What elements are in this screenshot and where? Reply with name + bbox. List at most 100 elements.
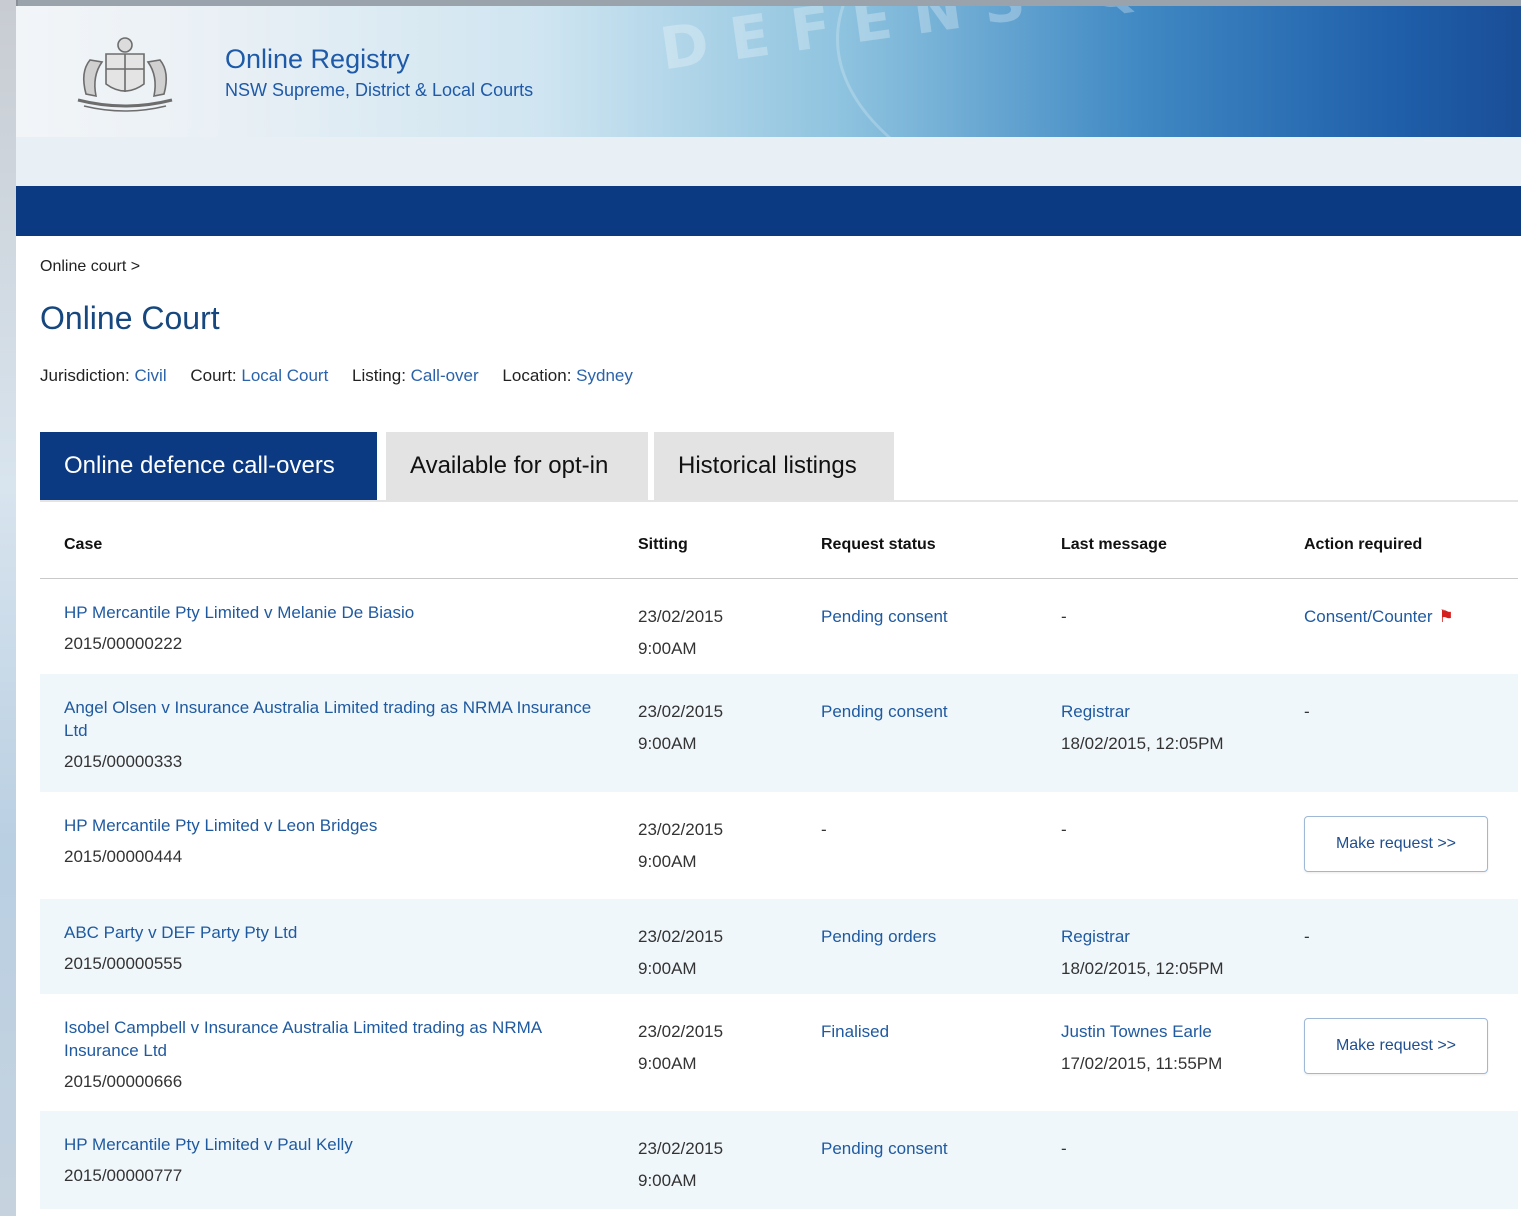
last-message: Justin Townes Earle 17/02/2015, 11:55PM	[1061, 1016, 1291, 1080]
message-from[interactable]: Justin Townes Earle	[1061, 1016, 1291, 1048]
header-request-status: Request status	[821, 536, 936, 553]
message-time: 18/02/2015, 12:05PM	[1061, 959, 1224, 978]
meta-label: Jurisdiction:	[40, 366, 130, 385]
sitting-time: 9:00AM	[638, 1171, 697, 1190]
make-request-button[interactable]: Make request >>	[1304, 1018, 1488, 1074]
brand-title[interactable]: Online Registry	[225, 44, 410, 75]
meta-value: Sydney	[576, 366, 633, 385]
table-row: Isobel Campbell v Insurance Australia Li…	[40, 994, 1518, 1111]
meta-jurisdiction: Jurisdiction: Civil	[40, 366, 167, 385]
sitting-date: 23/02/2015	[638, 820, 724, 839]
action-cell: -	[1304, 702, 1310, 721]
sitting-date: 23/02/2015	[638, 1139, 724, 1158]
table-row: HP Mercantile Pty Limited v Paul Kelly 2…	[40, 1111, 1518, 1209]
case-title-link[interactable]: Angel Olsen v Insurance Australia Limite…	[64, 696, 594, 742]
case-cell: HP Mercantile Pty Limited v Melanie De B…	[64, 601, 594, 660]
meta-court: Court: Local Court	[190, 366, 328, 385]
case-number: 2015/00000333	[64, 752, 183, 771]
sitting-time: 9:00AM	[638, 734, 697, 753]
last-message: Registrar 18/02/2015, 12:05PM	[1061, 696, 1291, 760]
last-message: -	[1061, 601, 1291, 633]
sitting-date: 23/02/2015	[638, 607, 724, 626]
brand-subtitle: NSW Supreme, District & Local Courts	[225, 80, 534, 100]
case-number: 2015/00000555	[64, 954, 183, 973]
listings-table: Case Sitting Request status Last message…	[40, 502, 1518, 1209]
table-row: Angel Olsen v Insurance Australia Limite…	[40, 674, 1518, 792]
message-time: 17/02/2015, 11:55PM	[1061, 1054, 1223, 1073]
sitting-date: 23/02/2015	[638, 702, 724, 721]
flag-icon: ⚑	[1438, 607, 1454, 626]
sitting-time: 9:00AM	[638, 639, 697, 658]
sitting-time: 9:00AM	[638, 959, 697, 978]
sitting-cell: 23/02/2015 9:00AM	[638, 814, 778, 878]
table-header: Case Sitting Request status Last message…	[40, 502, 1518, 579]
request-status: Pending consent	[821, 607, 948, 626]
message-from: -	[1061, 820, 1067, 839]
consent-counter-link[interactable]: Consent/Counter	[1304, 607, 1433, 626]
message-time: 18/02/2015, 12:05PM	[1061, 734, 1224, 753]
sitting-cell: 23/02/2015 9:00AM	[638, 601, 778, 665]
meta-label: Court:	[190, 366, 237, 385]
case-cell: Isobel Campbell v Insurance Australia Li…	[64, 1016, 594, 1098]
table-row: ABC Party v DEF Party Pty Ltd 2015/00000…	[40, 899, 1518, 994]
message-from: -	[1061, 1139, 1067, 1158]
meta-label: Location:	[502, 366, 572, 385]
case-title-link[interactable]: Isobel Campbell v Insurance Australia Li…	[64, 1016, 594, 1062]
request-status: -	[821, 820, 827, 839]
case-title-link[interactable]: HP Mercantile Pty Limited v Leon Bridges	[64, 814, 594, 837]
header-last-message: Last message	[1061, 536, 1167, 553]
sitting-cell: 23/02/2015 9:00AM	[638, 1016, 778, 1080]
tab-historical-listings[interactable]: Historical listings	[654, 432, 894, 500]
header-action-required: Action required	[1304, 536, 1423, 553]
case-cell: ABC Party v DEF Party Pty Ltd 2015/00000…	[64, 921, 594, 980]
sitting-time: 9:00AM	[638, 1054, 697, 1073]
coat-of-arms-icon[interactable]	[66, 32, 184, 116]
case-cell: HP Mercantile Pty Limited v Leon Bridges…	[64, 814, 594, 873]
case-title-link[interactable]: HP Mercantile Pty Limited v Paul Kelly	[64, 1133, 594, 1156]
message-from[interactable]: Registrar	[1061, 921, 1291, 953]
sitting-cell: 23/02/2015 9:00AM	[638, 696, 778, 760]
sitting-time: 9:00AM	[638, 852, 697, 871]
case-title-link[interactable]: ABC Party v DEF Party Pty Ltd	[64, 921, 594, 944]
request-status: Finalised	[821, 1022, 890, 1041]
sub-header-bar	[16, 137, 1521, 186]
sitting-cell: 23/02/2015 9:00AM	[638, 921, 778, 985]
case-number: 2015/00000666	[64, 1072, 183, 1091]
table-row: HP Mercantile Pty Limited v Melanie De B…	[40, 579, 1518, 674]
site-header: DEFENS QUAM PURA NITES Online Registry N…	[16, 6, 1521, 137]
page-title: Online Court	[40, 300, 220, 336]
case-cell: Angel Olsen v Insurance Australia Limite…	[64, 696, 594, 778]
sitting-cell: 23/02/2015 9:00AM	[638, 1133, 778, 1197]
tab-available-for-opt-in[interactable]: Available for opt-in	[386, 432, 648, 500]
page: DEFENS QUAM PURA NITES Online Registry N…	[16, 6, 1521, 1216]
meta-location: Location: Sydney	[502, 366, 632, 385]
action-cell: -	[1304, 927, 1310, 946]
sitting-date: 23/02/2015	[638, 927, 724, 946]
case-number: 2015/00000777	[64, 1166, 183, 1185]
make-request-button[interactable]: Make request >>	[1304, 816, 1488, 872]
last-message: -	[1061, 814, 1291, 846]
last-message: Registrar 18/02/2015, 12:05PM	[1061, 921, 1291, 985]
table-row: HP Mercantile Pty Limited v Leon Bridges…	[40, 792, 1518, 899]
request-status: Pending orders	[821, 927, 937, 946]
meta-listing: Listing: Call-over	[352, 366, 479, 385]
case-number: 2015/00000444	[64, 847, 183, 866]
case-number: 2015/00000222	[64, 634, 183, 653]
last-message: -	[1061, 1133, 1291, 1165]
header-case: Case	[64, 536, 103, 553]
breadcrumb[interactable]: Online court >	[40, 258, 140, 276]
case-cell: HP Mercantile Pty Limited v Paul Kelly 2…	[64, 1133, 594, 1192]
case-title-link[interactable]: HP Mercantile Pty Limited v Melanie De B…	[64, 601, 594, 624]
tab-online-defence-call-overs[interactable]: Online defence call-overs	[40, 432, 377, 500]
meta-label: Listing:	[352, 366, 406, 385]
sitting-date: 23/02/2015	[638, 1022, 724, 1041]
action-cell: Consent/Counter ⚑	[1304, 601, 1521, 633]
request-status: Pending consent	[821, 702, 948, 721]
meta-value: Civil	[134, 366, 167, 385]
meta-value: Call-over	[410, 366, 479, 385]
message-from[interactable]: Registrar	[1061, 696, 1291, 728]
meta-value: Local Court	[241, 366, 329, 385]
header-sitting: Sitting	[638, 536, 688, 553]
request-status: Pending consent	[821, 1139, 948, 1158]
message-from: -	[1061, 607, 1067, 626]
